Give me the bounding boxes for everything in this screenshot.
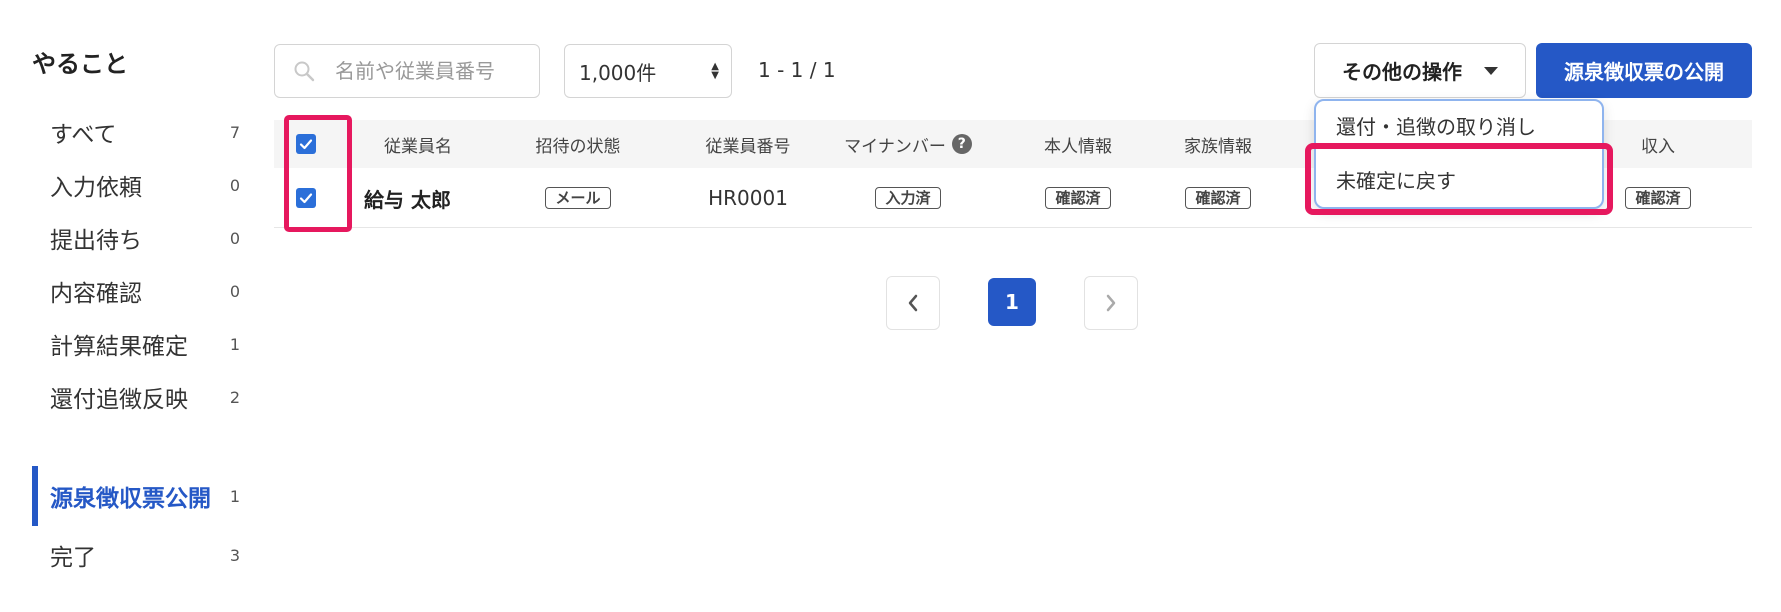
header-self-info: 本人情報 [1044, 136, 1112, 157]
publish-withholding-button[interactable]: 源泉徴収票の公開 [1536, 43, 1752, 98]
sidebar-item-calc-confirm[interactable]: 計算結果確定 1 [32, 320, 244, 368]
header-employee-name: 従業員名 [384, 136, 452, 157]
invite-status-badge: メール [545, 187, 611, 209]
mynumber-status-badge: 入力済 [875, 187, 941, 209]
income-status-badge: 確認済 [1625, 187, 1691, 209]
page-number-current[interactable]: 1 [988, 278, 1036, 326]
header-income: 収入 [1641, 136, 1675, 157]
self-info-cell: 確認済 [1018, 168, 1138, 228]
search-box[interactable] [274, 44, 540, 98]
sidebar-item-withholding-publish[interactable]: 源泉徴収票公開 1 [32, 466, 244, 526]
next-page-button[interactable] [1084, 276, 1138, 330]
menu-item-revert-unconfirmed[interactable]: 未確定に戻す [1336, 165, 1456, 194]
result-range: 1 - 1 / 1 [758, 58, 836, 82]
sidebar-item-count: 0 [229, 175, 240, 195]
check-icon [299, 139, 313, 150]
sidebar: やること すべて 7 入力依頼 0 提出待ち 0 内容確認 0 計算結果確定 1… [0, 0, 255, 612]
header-employee-number: 従業員番号 [705, 136, 791, 157]
header-mynumber: マイナンバー ? [808, 120, 1008, 168]
sidebar-title: やること [32, 50, 128, 78]
header-checkbox-cell [274, 120, 338, 168]
sidebar-item-label: 入力依頼 [50, 175, 142, 201]
row-checkbox-cell [274, 168, 338, 228]
sidebar-item-input-request[interactable]: 入力依頼 0 [32, 161, 244, 209]
other-operations-button[interactable]: その他の操作 [1314, 43, 1526, 98]
header-mynumber-label: マイナンバー [844, 136, 946, 157]
mynumber-cell: 入力済 [838, 168, 978, 228]
sidebar-item-complete[interactable]: 完了 3 [32, 531, 244, 579]
header-invite-status: 招待の状態 [535, 136, 621, 157]
chevron-left-icon [908, 294, 918, 312]
sidebar-item-label: 還付追徴反映 [50, 387, 188, 413]
sidebar-item-all[interactable]: すべて 7 [32, 108, 244, 156]
menu-item-cancel-refund[interactable]: 還付・追徴の取り消し [1336, 111, 1536, 140]
sidebar-item-count: 7 [229, 122, 240, 142]
sidebar-item-label: すべて [50, 122, 117, 148]
sidebar-item-count: 0 [229, 228, 240, 248]
invite-status-cell: メール [508, 168, 648, 228]
sidebar-item-count: 0 [229, 281, 240, 301]
search-input[interactable] [335, 59, 525, 83]
other-operations-menu: 還付・追徴の取り消し 未確定に戻す [1314, 99, 1604, 209]
select-arrows-icon: ▲ ▼ [711, 61, 719, 81]
sidebar-item-count: 1 [229, 334, 240, 354]
employee-number: HR0001 [708, 186, 788, 210]
header-family-info: 家族情報 [1184, 136, 1252, 157]
sidebar-item-count: 3 [229, 545, 240, 565]
prev-page-button[interactable] [886, 276, 940, 330]
select-all-checkbox[interactable] [296, 134, 316, 154]
sidebar-item-label: 内容確認 [50, 281, 142, 307]
sidebar-item-count: 1 [229, 486, 240, 506]
family-info-cell: 確認済 [1158, 168, 1278, 228]
self-info-status-badge: 確認済 [1045, 187, 1111, 209]
check-icon [299, 193, 313, 204]
chevron-right-icon [1106, 294, 1116, 312]
sidebar-item-label: 源泉徴収票公開 [50, 486, 211, 512]
sidebar-item-label: 計算結果確定 [50, 334, 188, 360]
sidebar-item-count: 2 [229, 387, 240, 407]
per-page-select[interactable]: 1,000件 ▲ ▼ [564, 44, 732, 98]
sidebar-item-refund-reflect[interactable]: 還付追徴反映 2 [32, 373, 244, 421]
other-operations-label: その他の操作 [1342, 60, 1462, 84]
sidebar-item-awaiting-submission[interactable]: 提出待ち 0 [32, 214, 244, 262]
sidebar-item-label: 提出待ち [50, 228, 142, 254]
row-checkbox[interactable] [296, 188, 316, 208]
caret-down-icon [1484, 66, 1498, 75]
family-info-status-badge: 確認済 [1185, 187, 1251, 209]
search-icon [294, 61, 315, 82]
sidebar-item-label: 完了 [50, 545, 96, 571]
sidebar-item-content-review[interactable]: 内容確認 0 [32, 267, 244, 315]
per-page-value: 1,000件 [579, 60, 657, 85]
employee-name[interactable]: 給与 太郎 [364, 168, 504, 228]
income-cell: 確認済 [1598, 168, 1718, 228]
help-icon[interactable]: ? [951, 134, 972, 154]
